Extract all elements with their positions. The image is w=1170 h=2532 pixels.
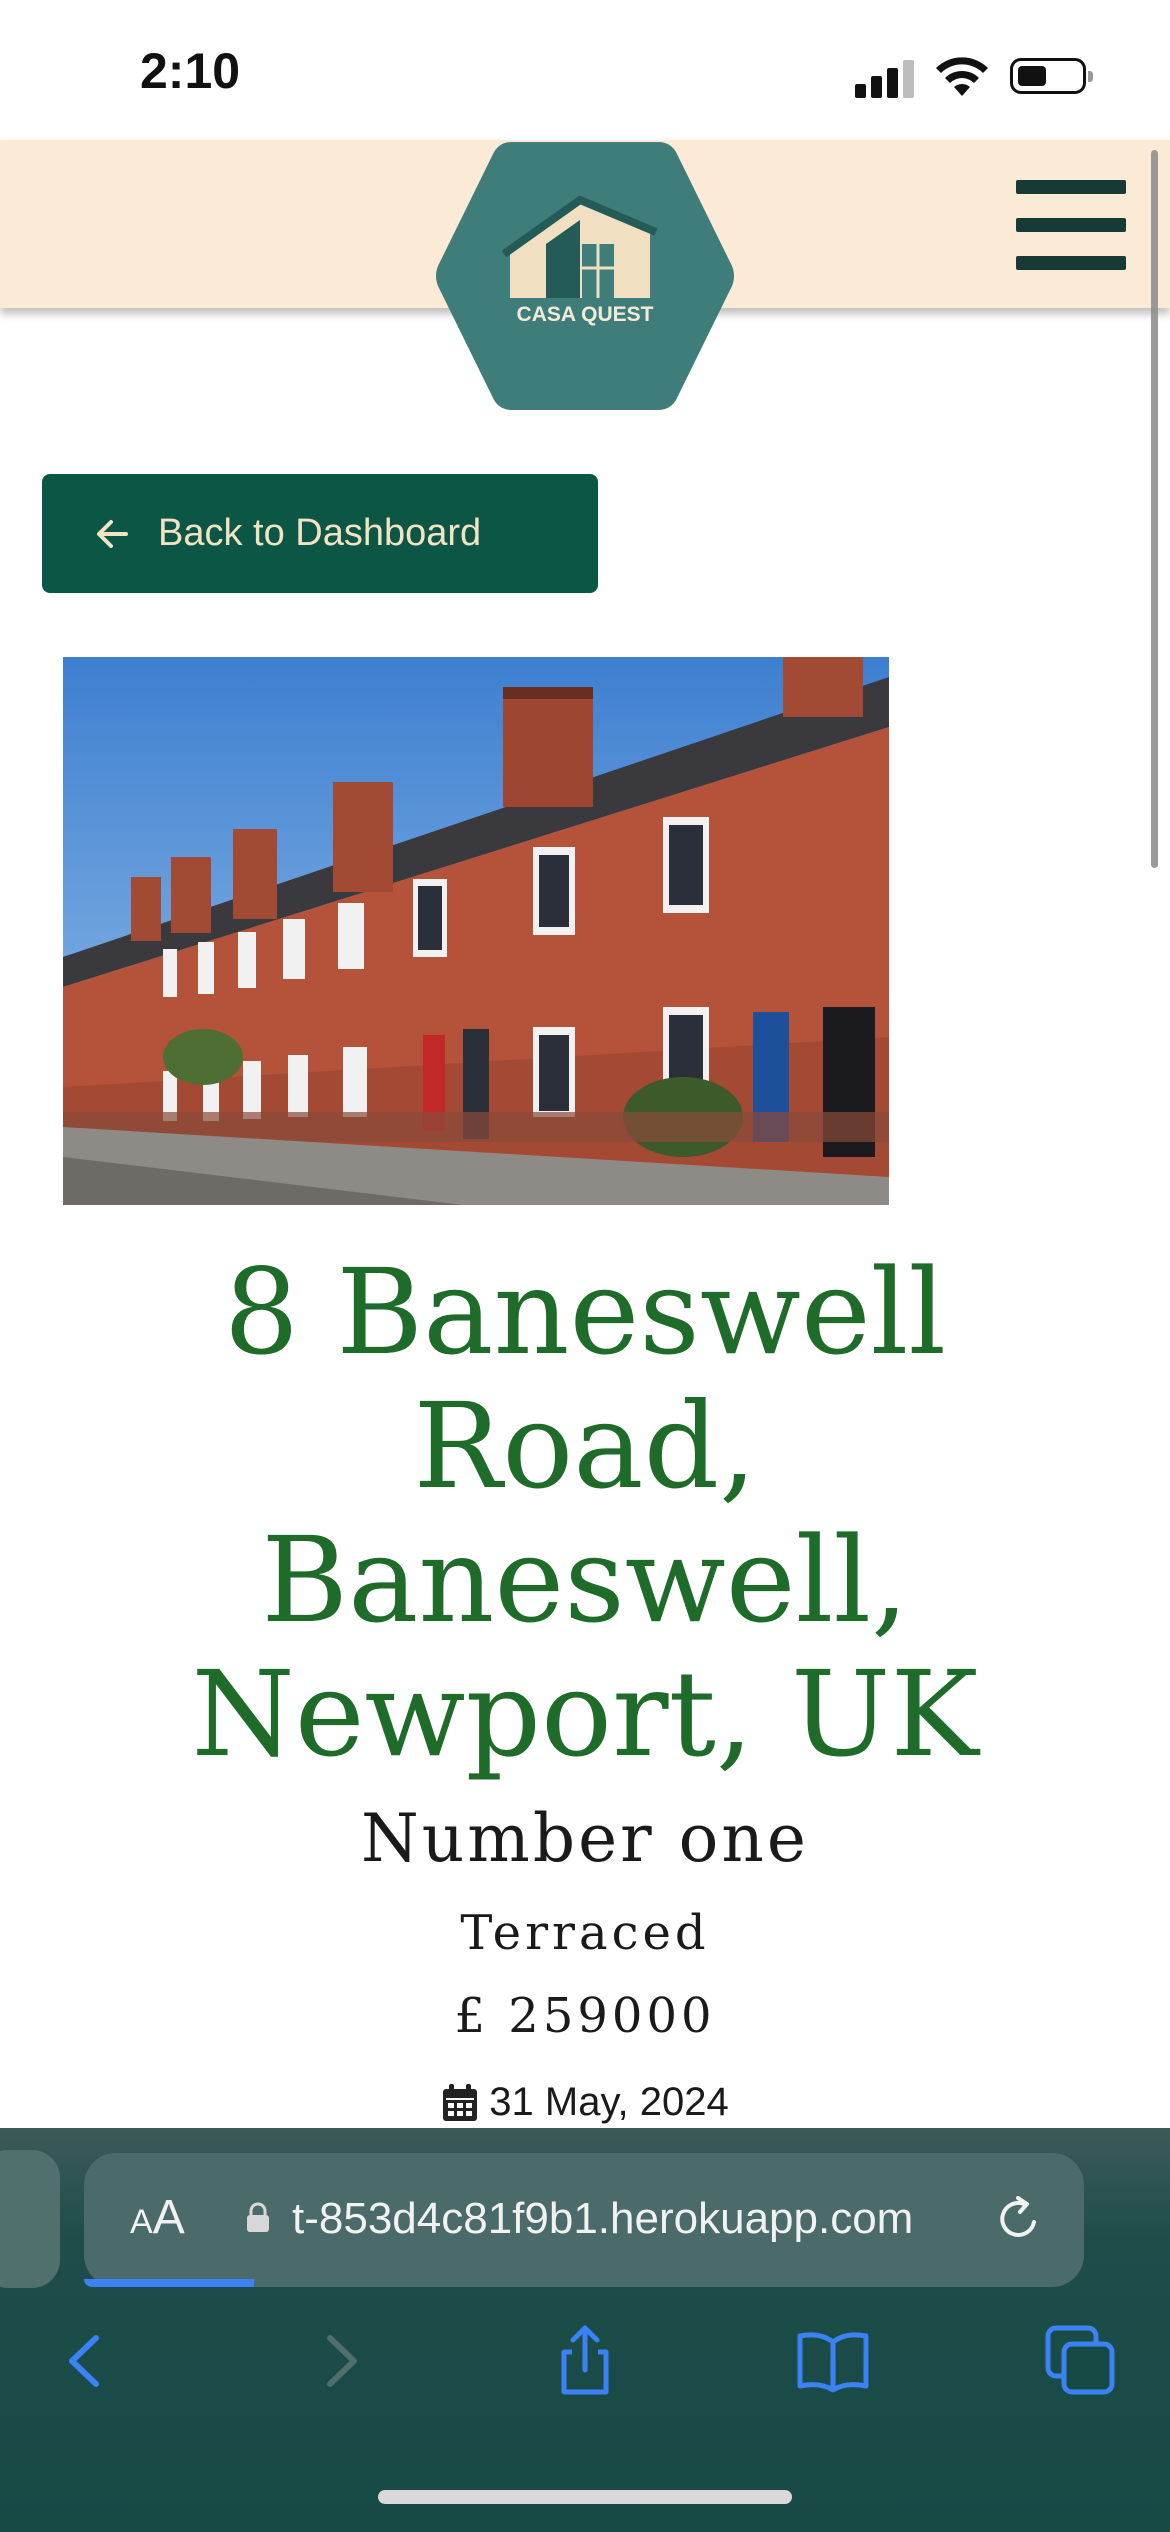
property-type: Terraced bbox=[460, 1905, 710, 1961]
reload-icon[interactable] bbox=[994, 2192, 1046, 2244]
page-load-progress bbox=[84, 2279, 254, 2287]
reader-settings-button[interactable]: AA bbox=[130, 2190, 185, 2245]
back-to-dashboard-button[interactable]: Back to Dashboard bbox=[42, 474, 598, 593]
casa-quest-logo[interactable]: CASA QUEST bbox=[434, 140, 736, 412]
aa-large: A bbox=[152, 2191, 185, 2244]
page-scrollbar[interactable] bbox=[1151, 150, 1158, 868]
url-text[interactable]: t-853d4c81f9b1.herokuapp.com bbox=[292, 2194, 913, 2244]
property-photo bbox=[63, 657, 889, 1205]
cellular-signal-icon bbox=[855, 58, 917, 98]
lock-icon bbox=[247, 2202, 269, 2232]
property-date: 31 May, 2024 bbox=[0, 2080, 1170, 2125]
aa-small: A bbox=[130, 2203, 153, 2241]
home-indicator[interactable] bbox=[378, 2490, 792, 2504]
wifi-icon bbox=[936, 57, 988, 96]
status-bar: 2:10 bbox=[0, 0, 1170, 140]
logo-text: CASA QUEST bbox=[517, 303, 654, 326]
hamburger-menu-icon[interactable] bbox=[1016, 180, 1126, 272]
back-button-label: Back to Dashboard bbox=[158, 512, 482, 554]
tabs-icon[interactable] bbox=[1044, 2324, 1118, 2398]
previous-tab[interactable] bbox=[0, 2150, 60, 2288]
share-icon[interactable] bbox=[548, 2324, 622, 2398]
forward-icon[interactable] bbox=[302, 2324, 376, 2398]
arrow-left-icon bbox=[97, 519, 128, 548]
calendar-icon bbox=[443, 2083, 478, 2121]
property-address: 8 Baneswell Road, Baneswell, Newport, UK bbox=[191, 1243, 979, 1783]
property-name: Number one bbox=[361, 1800, 809, 1877]
bookmarks-icon[interactable] bbox=[796, 2324, 870, 2398]
battery-icon bbox=[1010, 58, 1093, 94]
property-date-text: 31 May, 2024 bbox=[489, 2080, 729, 2124]
back-icon[interactable] bbox=[50, 2324, 124, 2398]
status-time: 2:10 bbox=[140, 43, 241, 99]
property-price: £ 259000 bbox=[454, 1988, 716, 2044]
